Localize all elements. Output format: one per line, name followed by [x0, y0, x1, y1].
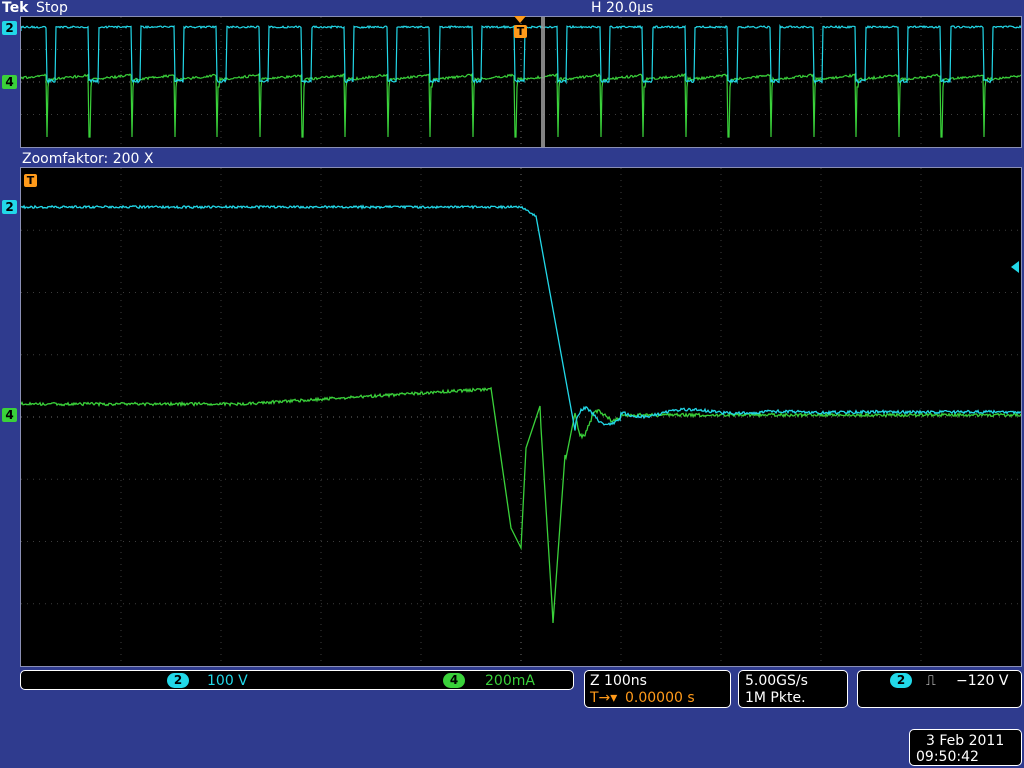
ch2-badge[interactable]: 2 — [167, 673, 189, 688]
zoom-factor-label: Zoomfaktor: 200 X — [22, 151, 153, 167]
ch4-scale[interactable]: 200mA — [485, 673, 535, 689]
record-length: 1M Pkte. — [745, 690, 806, 706]
timestamp-readout: 3 Feb 2011 09:50:42 — [909, 729, 1022, 766]
channel-scale-bar[interactable]: 2 100 V 4 200mA — [20, 670, 574, 690]
time: 09:50:42 — [916, 749, 979, 765]
timebase-readout[interactable]: Z 100ns T→▾ 0.00000 s — [584, 670, 731, 708]
acquisition-status: Stop — [36, 0, 68, 16]
ch4-zoom-level-marker[interactable]: 4 — [2, 408, 17, 422]
trigger-readout[interactable]: 2 ⎍ −120 V — [857, 670, 1022, 708]
ch4-overview-level-marker[interactable]: 4 — [2, 75, 17, 89]
horizontal-scale: H 20.0µs — [591, 0, 653, 16]
trigger-source-badge: 2 — [890, 673, 912, 688]
ch4-badge[interactable]: 4 — [443, 673, 465, 688]
zoom-waveform-display[interactable] — [20, 167, 1022, 667]
ch4-zoom-trace — [21, 388, 1021, 623]
zoom-window-indicator — [541, 17, 545, 147]
ch2-zoom-level-marker[interactable]: 2 — [2, 200, 17, 214]
trigger-level: −120 V — [956, 673, 1008, 689]
zoom-grid — [21, 168, 1021, 666]
ch2-scale[interactable]: 100 V — [207, 673, 248, 689]
trigger-position-prefix-icon: T→▾ — [590, 690, 617, 706]
date: 3 Feb 2011 — [926, 733, 1004, 749]
ch2-overview-level-marker[interactable]: 2 — [2, 21, 17, 35]
trigger-position-arrow-icon — [514, 16, 526, 23]
trigger-zoom-marker-icon[interactable]: T — [24, 174, 37, 187]
trigger-slope-icon: ⎍ — [926, 673, 936, 689]
zoom-timebase: Z 100ns — [590, 673, 647, 689]
acquisition-readout[interactable]: 5.00GS/s 1M Pkte. — [738, 670, 848, 708]
trigger-level-arrow-icon[interactable] — [1011, 261, 1019, 273]
trigger-overview-marker-icon[interactable]: T — [514, 25, 527, 38]
zoom-waveform-svg — [21, 168, 1021, 666]
sample-rate: 5.00GS/s — [745, 673, 808, 689]
trigger-position-value: 0.00000 s — [625, 690, 695, 706]
tek-logo: Tek — [2, 0, 29, 16]
